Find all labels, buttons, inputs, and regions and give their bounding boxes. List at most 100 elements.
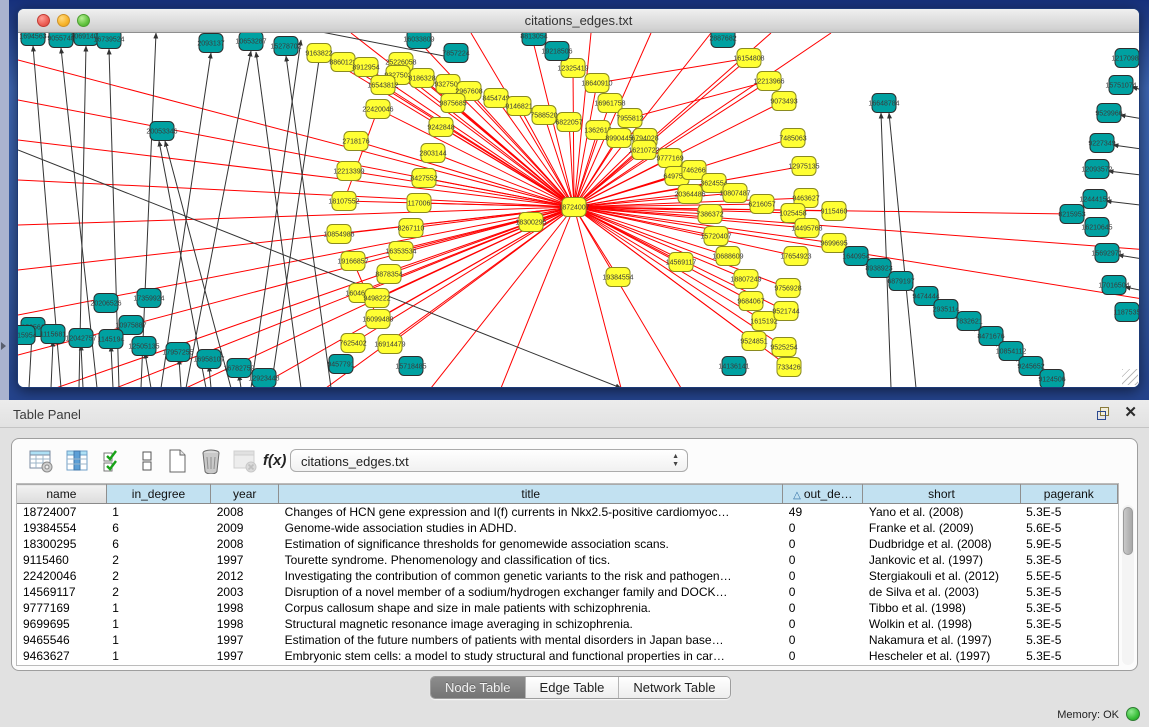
table-cell[interactable]: Franke et al. (2009) (863, 520, 1020, 536)
table-source-select[interactable]: citations_edges.txt ▲▼ (290, 449, 688, 472)
table-cell[interactable]: 5.6E-5 (1020, 520, 1117, 536)
graph-node[interactable]: 14136141 (718, 357, 749, 376)
graph-node[interactable]: 12213399 (333, 162, 364, 181)
table-row[interactable]: 1456911722003Disruption of a novel membe… (17, 584, 1118, 600)
graph-node[interactable]: 1694563 (19, 33, 46, 46)
table-cell[interactable]: 1 (106, 616, 210, 632)
graph-node[interactable]: 733426 (777, 358, 801, 377)
table-cell[interactable]: 19384554 (17, 520, 106, 536)
graph-node[interactable]: 117006 (407, 194, 431, 213)
graph-node[interactable]: 15692971 (1091, 244, 1122, 263)
table-cell[interactable]: 2012 (211, 568, 279, 584)
graph-node[interactable]: 12042757 (65, 329, 96, 348)
table-settings-button[interactable] (28, 448, 54, 474)
graph-node[interactable]: 20206526 (90, 294, 121, 313)
graph-node[interactable]: 16099489 (362, 310, 393, 329)
graph-node[interactable]: 8186328 (408, 69, 435, 88)
graph-node[interactable]: 12170985 (1111, 49, 1140, 68)
memory-ok-indicator-icon[interactable] (1126, 707, 1140, 721)
graph-node[interactable]: 10653287 (235, 33, 266, 51)
table-cell[interactable]: 6 (106, 536, 210, 552)
graph-node[interactable]: 2935114 (933, 300, 960, 319)
graph-node[interactable]: 8938923 (865, 259, 892, 278)
graph-node[interactable]: 18300295 (515, 213, 546, 232)
table-cell[interactable]: Genome-wide association studies in ADHD. (279, 520, 783, 536)
graph-node[interactable]: 2803144 (419, 144, 446, 163)
table-cell[interactable]: Changes of HCN gene expression and I(f) … (279, 504, 783, 520)
graph-node[interactable]: 7588520 (530, 106, 557, 125)
graph-node[interactable]: 16154808 (733, 49, 764, 68)
graph-node[interactable]: 9146821 (505, 97, 532, 116)
graph-node[interactable]: 19218506 (541, 42, 572, 61)
graph-node[interactable]: 9699695 (820, 234, 847, 253)
graph-node[interactable]: 9521744 (772, 302, 799, 321)
table-cell[interactable]: 2 (106, 568, 210, 584)
graph-node[interactable]: 2093137 (197, 34, 224, 53)
graph-node[interactable]: 9498222 (363, 289, 390, 308)
graph-node[interactable]: 1187535 (1114, 303, 1140, 322)
graph-node[interactable]: 12213966 (753, 72, 784, 91)
select-all-button[interactable] (100, 448, 126, 474)
graph-node[interactable]: 16210722 (628, 141, 659, 160)
graph-node[interactable]: 9525254 (770, 338, 797, 357)
table-cell[interactable]: Hescheler et al. (1997) (863, 648, 1020, 664)
graph-node[interactable]: 1640954 (842, 247, 869, 266)
table-cell[interactable]: 1998 (211, 600, 279, 616)
graph-node[interactable]: 16739524 (93, 33, 124, 49)
graph-node[interactable]: 12975135 (788, 157, 819, 176)
table-cell[interactable]: 22420046 (17, 568, 106, 584)
table-cell[interactable]: 14569117 (17, 584, 106, 600)
table-row[interactable]: 1872400712008Changes of HCN gene express… (17, 504, 1118, 520)
graph-node[interactable]: 12093572 (1081, 160, 1112, 179)
graph-node[interactable]: 14569117 (666, 253, 697, 272)
table-cell[interactable]: 5.3E-5 (1020, 616, 1117, 632)
table-cell[interactable]: 9699695 (17, 616, 106, 632)
clear-selection-button[interactable] (134, 448, 160, 474)
table-cell[interactable]: 2009 (211, 520, 279, 536)
graph-node[interactable]: 9457791 (327, 355, 354, 374)
table-cell[interactable]: 2008 (211, 536, 279, 552)
column-header-title[interactable]: title (279, 485, 783, 504)
table-cell[interactable]: Dudbridge et al. (2008) (863, 536, 1020, 552)
graph-node[interactable]: 17654923 (780, 247, 811, 266)
show-columns-button[interactable] (64, 448, 90, 474)
graph-node[interactable]: 20364486 (674, 185, 705, 204)
network-canvas[interactable]: 1872400718300295193845549163822886012889… (18, 33, 1140, 388)
graph-node[interactable]: 8267110 (398, 219, 425, 238)
table-cell[interactable]: Wolkin et al. (1998) (863, 616, 1020, 632)
table-row[interactable]: 977716911998Corpus callosum shape and si… (17, 600, 1118, 616)
vertical-scrollbar[interactable] (1122, 505, 1134, 665)
table-cell[interactable]: Jankovic et al. (1997) (863, 552, 1020, 568)
table-row[interactable]: 911546021997Tourette syndrome. Phenomeno… (17, 552, 1118, 568)
table-cell[interactable]: 5.3E-5 (1020, 648, 1117, 664)
table-cell[interactable]: 0 (783, 552, 863, 568)
table-cell[interactable]: de Silva et al. (2003) (863, 584, 1020, 600)
table-cell[interactable]: Investigating the contribution of common… (279, 568, 783, 584)
splitter-collapse-icon[interactable] (1, 342, 6, 350)
table-cell[interactable]: 0 (783, 520, 863, 536)
graph-node[interactable]: 7955812 (616, 109, 643, 128)
graph-node[interactable]: 16914479 (374, 335, 405, 354)
column-header-out_de[interactable]: △out_de… (783, 485, 863, 504)
table-cell[interactable]: 2 (106, 552, 210, 568)
table-cell[interactable]: 2 (106, 584, 210, 600)
table-cell[interactable]: 18724007 (17, 504, 106, 520)
table-row[interactable]: 2242004622012Investigating the contribut… (17, 568, 1118, 584)
table-cell[interactable]: 0 (783, 584, 863, 600)
graph-node[interactable]: 9684067 (737, 292, 764, 311)
graph-node[interactable]: 6216057 (748, 195, 775, 214)
table-cell[interactable]: 0 (783, 600, 863, 616)
table-cell[interactable]: 9777169 (17, 600, 106, 616)
table-cell[interactable]: Stergiakouli et al. (2012) (863, 568, 1020, 584)
table-cell[interactable]: 5.3E-5 (1020, 632, 1117, 648)
table-cell[interactable]: 9115460 (17, 552, 106, 568)
graph-node[interactable]: 9529966 (1095, 104, 1122, 123)
delete-table-button-disabled[interactable] (232, 448, 258, 474)
graph-node[interactable]: 8878354 (375, 265, 402, 284)
graph-node[interactable]: 15720407 (700, 227, 731, 246)
table-cell[interactable]: 49 (783, 504, 863, 520)
graph-node[interactable]: 7857224 (442, 44, 469, 63)
table-cell[interactable]: 1997 (211, 632, 279, 648)
table-cell[interactable]: 0 (783, 648, 863, 664)
graph-node[interactable]: 2887682 (709, 33, 736, 48)
